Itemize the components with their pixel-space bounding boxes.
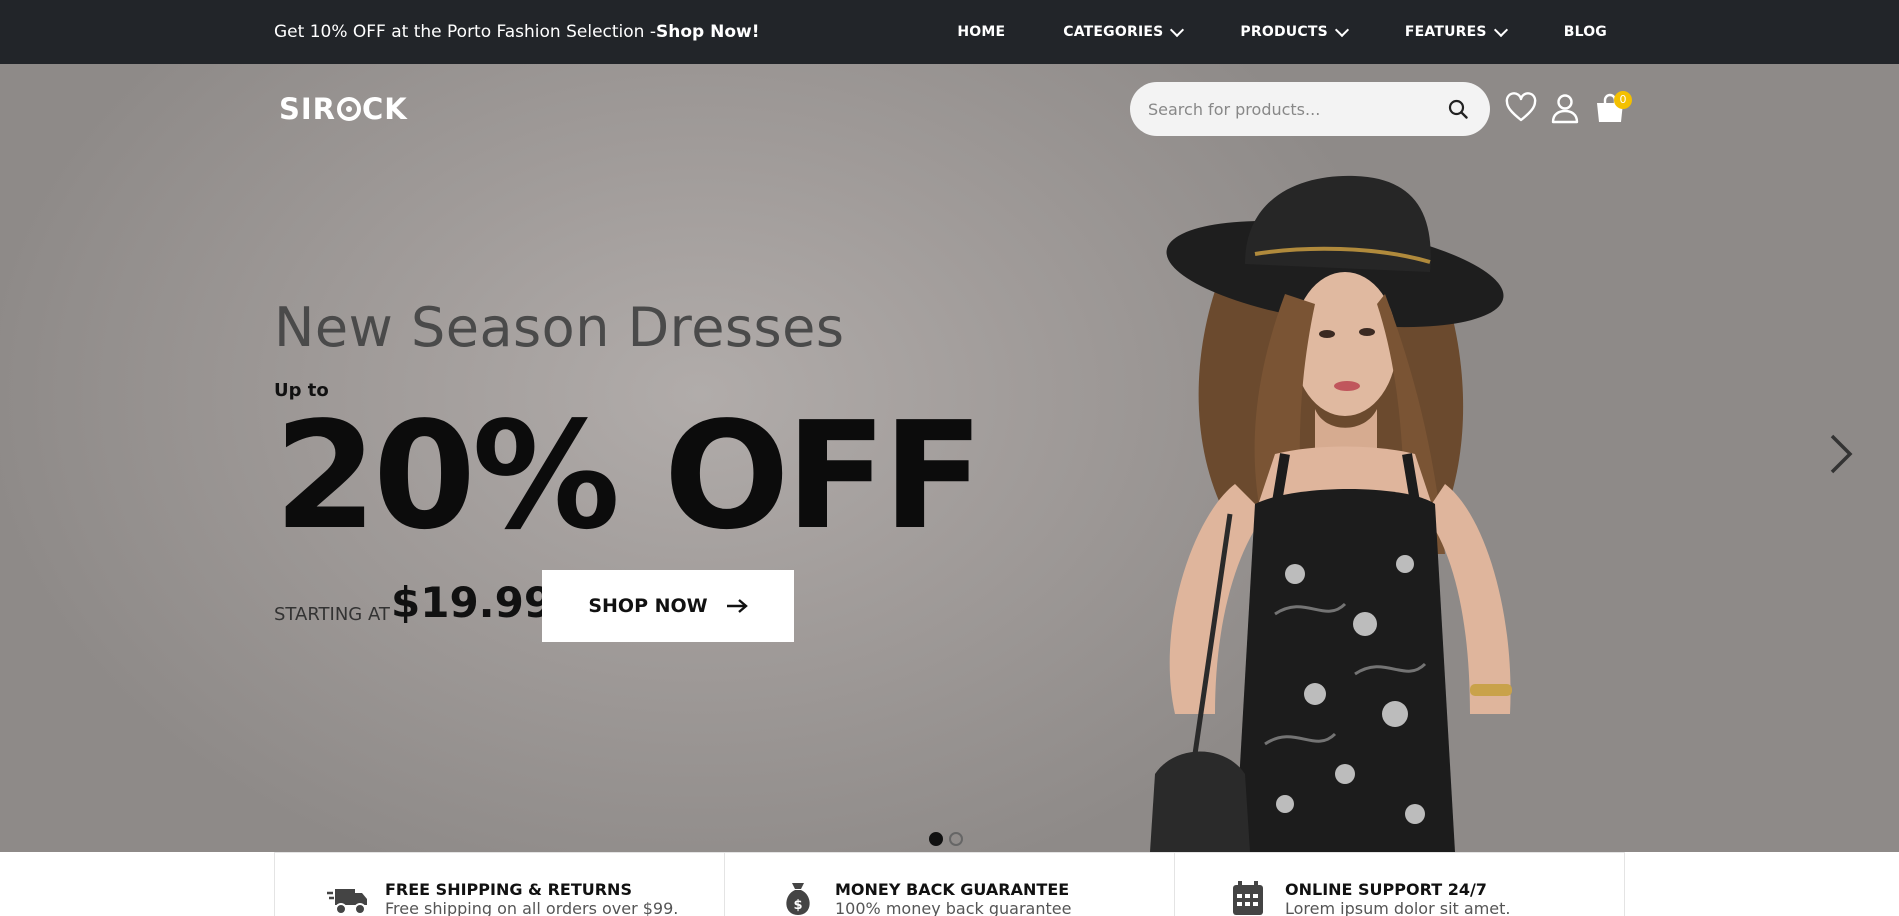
user-icon[interactable] <box>1549 92 1581 124</box>
logo-text-right: CK <box>362 92 408 126</box>
slider-dot-1[interactable] <box>929 832 943 846</box>
logo-text-left: SIR <box>279 92 337 126</box>
site-logo[interactable]: SIR CK <box>279 92 408 126</box>
arrow-right-icon <box>726 599 748 613</box>
money-bag-icon: $ <box>786 883 810 915</box>
hero-slider: SIRCK 0 New Season Dresses Up to 20% OFF… <box>0 64 1899 852</box>
top-bar: Get 10% OFF at the Porto Fashion Selecti… <box>0 0 1899 64</box>
nav-features[interactable]: FEATURES <box>1404 22 1508 40</box>
heart-icon[interactable] <box>1505 92 1537 124</box>
chevron-down-icon <box>1334 22 1349 38</box>
svg-text:$: $ <box>793 898 802 913</box>
hero-discount: 20% OFF <box>274 390 984 562</box>
shop-now-button[interactable]: SHOP NOW <box>542 570 794 642</box>
calendar-icon <box>1233 881 1263 915</box>
chevron-down-icon <box>1493 22 1508 38</box>
nav-categories[interactable]: CATEGORIES <box>1063 22 1185 40</box>
nav-products[interactable]: PRODUCTS <box>1240 22 1349 40</box>
main-nav: HOME CATEGORIES PRODUCTS FEATURES BLOG <box>899 0 1607 64</box>
cart-count-badge: 0 <box>1614 91 1632 109</box>
search-icon[interactable] <box>1448 99 1468 119</box>
shop-now-label: SHOP NOW <box>588 595 708 617</box>
promo-banner: Get 10% OFF at the Porto Fashion Selecti… <box>274 0 759 64</box>
truck-icon <box>327 889 367 915</box>
promo-shop-now-link[interactable]: Shop Now! <box>656 22 759 42</box>
hero-headline: New Season Dresses <box>274 296 845 359</box>
nav-blog[interactable]: BLOG <box>1564 24 1607 40</box>
logo-o-mark <box>337 97 362 121</box>
feature-support: ONLINE SUPPORT 24/7 Lorem ipsum dolor si… <box>1175 852 1625 916</box>
search-input[interactable] <box>1148 82 1438 136</box>
feature-desc: Free shipping on all orders over $99. <box>385 899 679 916</box>
features-strip: FREE SHIPPING & RETURNS Free shipping on… <box>274 852 1626 916</box>
model-image <box>1150 175 1512 852</box>
feature-money-back: $ MONEY BACK GUARANTEE 100% money back g… <box>725 852 1175 916</box>
nav-features-label: FEATURES <box>1404 24 1487 40</box>
hero-starting-at: STARTING AT <box>274 604 390 625</box>
nav-home[interactable]: HOME <box>957 24 1005 40</box>
nav-categories-label: CATEGORIES <box>1063 24 1164 40</box>
nav-blog-label: BLOG <box>1563 24 1607 40</box>
feature-desc: 100% money back guarantee <box>835 899 1072 916</box>
slider-pagination <box>929 832 963 846</box>
feature-title: FREE SHIPPING & RETURNS <box>385 880 632 899</box>
feature-title: ONLINE SUPPORT 24/7 <box>1285 880 1487 899</box>
promo-text: Get 10% OFF at the Porto Fashion Selecti… <box>274 22 656 42</box>
feature-desc: Lorem ipsum dolor sit amet. <box>1285 899 1511 916</box>
slider-dot-2[interactable] <box>949 832 963 846</box>
feature-shipping: FREE SHIPPING & RETURNS Free shipping on… <box>275 852 725 916</box>
nav-products-label: PRODUCTS <box>1240 24 1328 40</box>
hero-price: $19.99 <box>391 578 554 627</box>
chevron-down-icon <box>1170 22 1185 38</box>
nav-home-label: HOME <box>957 24 1006 40</box>
slider-next-arrow-icon[interactable] <box>1826 432 1856 476</box>
search-bar <box>1130 82 1490 136</box>
feature-title: MONEY BACK GUARANTEE <box>835 880 1070 899</box>
